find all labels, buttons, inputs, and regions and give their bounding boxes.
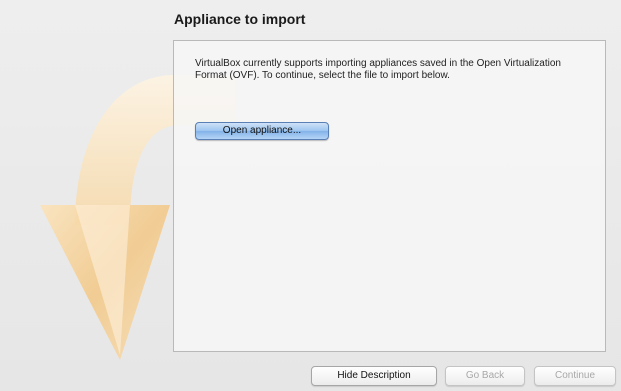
go-back-button[interactable]: Go Back [445, 366, 525, 386]
import-appliance-wizard: Appliance to import VirtualBox currently… [0, 0, 621, 391]
description-panel: VirtualBox currently supports importing … [173, 40, 606, 352]
import-description: VirtualBox currently supports importing … [195, 58, 561, 81]
hide-description-button[interactable]: Hide Description [311, 366, 437, 386]
open-appliance-button[interactable]: Open appliance... [195, 122, 329, 140]
page-title: Appliance to import [174, 11, 306, 27]
continue-button[interactable]: Continue [534, 366, 616, 386]
